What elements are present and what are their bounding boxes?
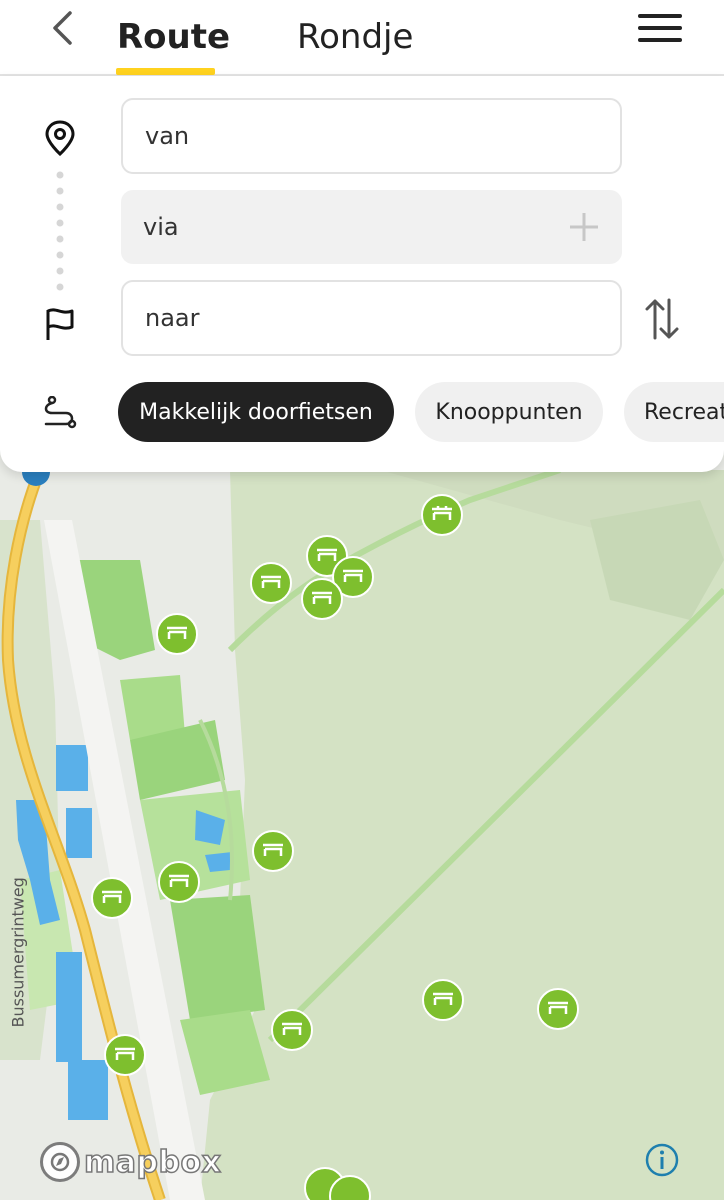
chip-knooppunten[interactable]: Knooppunten — [415, 382, 603, 442]
route-icon — [44, 396, 77, 429]
location-pin-icon — [45, 120, 75, 156]
chevron-left-icon — [53, 11, 72, 45]
route-planner-panel: van via naar Makkelijk doorfietsen Knoop… — [0, 76, 724, 472]
chip-makkelijk-doorfietsen[interactable]: Makkelijk doorfietsen — [118, 382, 394, 442]
to-placeholder: naar — [145, 304, 200, 332]
picnic-bench-icon[interactable] — [301, 578, 343, 620]
info-icon[interactable] — [644, 1142, 680, 1178]
mapbox-icon — [40, 1142, 80, 1182]
road-label: Bussumergrintweg — [8, 877, 28, 1028]
picnic-bench-icon[interactable] — [158, 861, 200, 903]
back-button[interactable] — [44, 8, 80, 48]
hamburger-menu-icon[interactable] — [638, 10, 682, 46]
picnic-bench-icon[interactable] — [252, 830, 294, 872]
picnic-bench-icon[interactable] — [537, 988, 579, 1030]
picnic-bench-icon[interactable] — [91, 877, 133, 919]
picnic-bench-icon[interactable] — [250, 562, 292, 604]
tab-route[interactable]: Route — [117, 0, 230, 74]
picnic-bench-icon[interactable] — [104, 1034, 146, 1076]
route-connector-dots — [56, 171, 64, 291]
picnic-bench-icon[interactable] — [271, 1009, 313, 1051]
picnic-bench-icon[interactable] — [422, 979, 464, 1021]
flag-icon — [46, 308, 74, 340]
mapbox-attribution: mapbox — [83, 1144, 222, 1181]
to-field[interactable]: naar — [121, 280, 622, 356]
top-bar: Route Rondje — [0, 0, 724, 76]
swap-vertical-icon[interactable] — [643, 298, 681, 340]
active-tab-indicator — [116, 68, 215, 75]
tab-rondje[interactable]: Rondje — [297, 0, 413, 74]
from-field[interactable]: van — [121, 98, 622, 174]
picnic-bench-icon[interactable] — [421, 494, 463, 536]
via-placeholder: via — [143, 213, 179, 241]
plus-icon[interactable] — [568, 211, 600, 243]
picnic-bench-icon[interactable] — [156, 613, 198, 655]
via-field[interactable]: via — [121, 190, 622, 264]
from-placeholder: van — [145, 122, 190, 150]
mapbox-logo[interactable]: mapbox — [40, 1140, 222, 1184]
chip-recreatief[interactable]: Recreat — [624, 382, 724, 442]
